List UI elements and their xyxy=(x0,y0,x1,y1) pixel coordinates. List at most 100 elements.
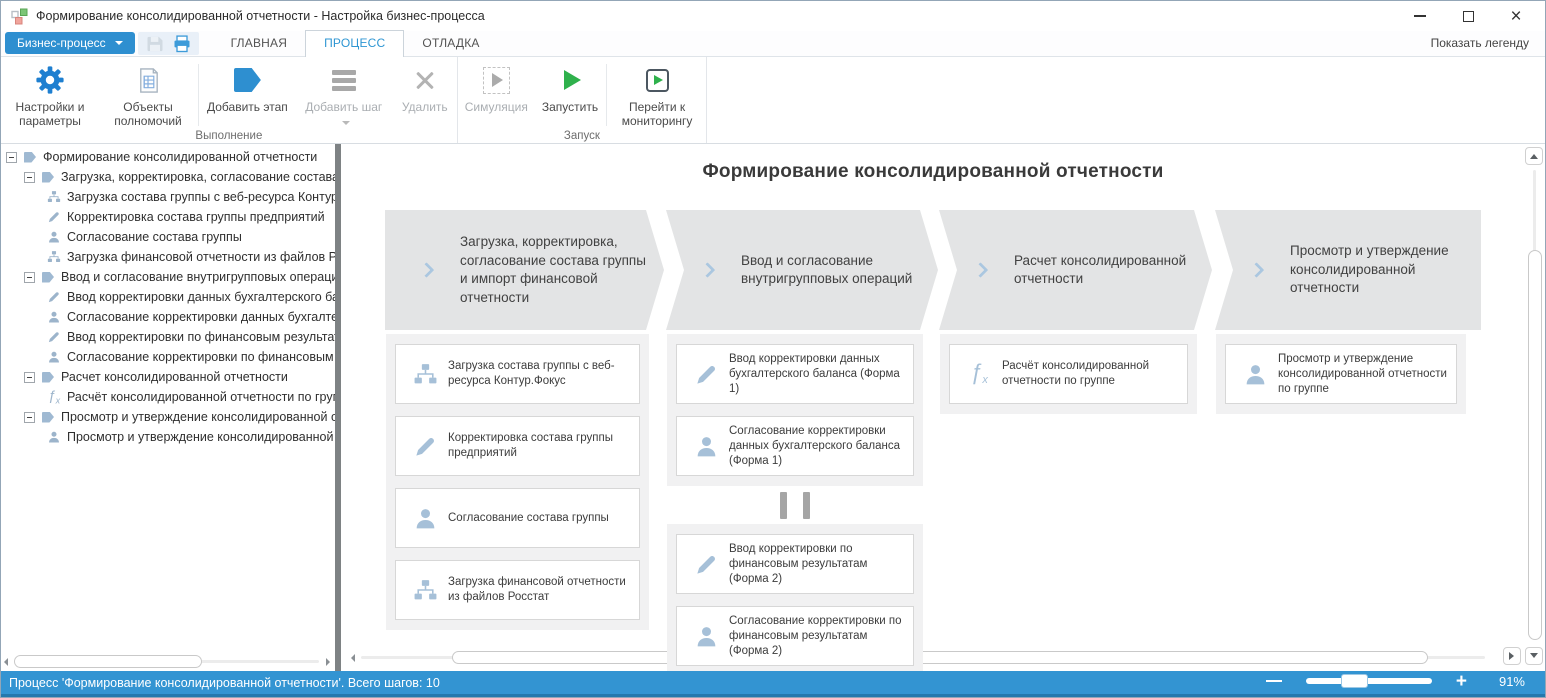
stage-arrow-icon xyxy=(40,169,56,185)
step-card[interactable]: Согласование состава группы xyxy=(395,488,640,548)
go-to-monitoring-button[interactable]: Перейти к мониторингу xyxy=(608,62,706,128)
status-bar: Процесс 'Формирование консолидированной … xyxy=(1,671,1545,697)
ribbon-group: Настройки и параметрыОбъекты полномочийД… xyxy=(1,57,458,143)
scroll-left-icon[interactable] xyxy=(4,658,8,666)
scrollbar-thumb[interactable] xyxy=(14,655,202,668)
tree-item[interactable]: Ввод корректировки данных бухгалтерского… xyxy=(1,287,335,307)
stage-column: ƒxРасчёт консолидированной отчетности по… xyxy=(940,334,1197,414)
tree-item[interactable]: Ввод и согласование внутригрупповых опер… xyxy=(1,267,335,287)
run-button[interactable]: Запустить xyxy=(535,62,605,128)
maximize-button[interactable] xyxy=(1457,6,1479,26)
collapse-expander-icon[interactable] xyxy=(24,172,35,183)
stage-chevron[interactable]: Просмотр и утверждение консолидированной… xyxy=(1215,210,1481,330)
step-card[interactable]: Корректировка состава группы предприятий xyxy=(395,416,640,476)
step-card-label: Корректировка состава группы предприятий xyxy=(448,431,631,461)
minimize-button[interactable] xyxy=(1409,6,1431,26)
step-card[interactable]: Загрузка финансовой отчетности из файлов… xyxy=(395,560,640,620)
ribbon-tabs: ГЛАВНАЯПРОЦЕССОТЛАДКА xyxy=(213,31,498,56)
stage-chevron[interactable]: Ввод и согласование внутригрупповых опер… xyxy=(666,210,938,330)
status-text: Процесс 'Формирование консолидированной … xyxy=(9,676,440,690)
titlebar: Формирование консолидированной отчетност… xyxy=(1,1,1545,31)
tree-item[interactable]: Просмотр и утверждение консолидированной… xyxy=(1,407,335,427)
process-tree: Формирование консолидированной отчетност… xyxy=(1,144,335,447)
tab-otladka[interactable]: ОТЛАДКА xyxy=(404,31,497,56)
go-to-monitoring-button-label: Перейти к мониторингу xyxy=(615,100,699,128)
tab-process[interactable]: ПРОЦЕСС xyxy=(305,30,404,57)
tree-item-label: Расчёт консолидированной отчетности по г… xyxy=(67,390,335,404)
delete-button[interactable]: Удалить xyxy=(393,62,457,128)
scroll-left-icon[interactable] xyxy=(351,654,355,662)
collapse-expander-icon[interactable] xyxy=(6,152,17,163)
vertical-scrollbar-thumb[interactable] xyxy=(1528,250,1542,640)
tree-item[interactable]: ƒxРасчёт консолидированной отчетности по… xyxy=(1,387,335,407)
permissions-document-icon xyxy=(135,62,162,98)
tree-item[interactable]: Загрузка финансовой отчетности из файлов… xyxy=(1,247,335,267)
simulation-button[interactable]: Симуляция xyxy=(458,62,535,128)
step-card[interactable]: Согласование корректировки по финансовым… xyxy=(676,606,914,666)
tree-item[interactable]: Корректировка состава группы предприятий xyxy=(1,207,335,227)
add-step-button[interactable]: Добавить шаг xyxy=(295,62,393,128)
scroll-up-button[interactable] xyxy=(1525,147,1543,165)
ribbon-group-label: Запуск xyxy=(458,128,706,145)
pencil-icon xyxy=(46,329,62,345)
tree-item[interactable]: Расчет консолидированной отчетности xyxy=(1,367,335,387)
zoom-slider[interactable] xyxy=(1306,678,1432,684)
zoom-level: 91% xyxy=(1491,674,1525,689)
zoom-out-button[interactable] xyxy=(1266,680,1282,683)
step-card[interactable]: Загрузка состава группы с веб-ресурса Ко… xyxy=(395,344,640,404)
org-chart-icon xyxy=(402,578,448,603)
zoom-control: + 91% xyxy=(1266,671,1525,691)
show-legend-button[interactable]: Показать легенду xyxy=(1431,36,1529,56)
ribbon-tab-row: Бизнес-процесс ГЛАВНАЯПРОЦЕССОТЛАДКА Пок… xyxy=(1,31,1545,57)
tree-item[interactable]: Согласование корректировки по финансовым… xyxy=(1,347,335,367)
save-icon[interactable] xyxy=(145,34,165,54)
tree-horizontal-scrollbar[interactable] xyxy=(1,653,335,670)
step-card[interactable]: Просмотр и утверждение консолидированной… xyxy=(1225,344,1457,404)
scroll-right-icon[interactable] xyxy=(326,658,330,666)
tree-item[interactable]: Просмотр и утверждение консолидированной… xyxy=(1,427,335,447)
collapse-expander-icon[interactable] xyxy=(24,372,35,383)
person-icon xyxy=(46,229,62,245)
zoom-in-button[interactable]: + xyxy=(1456,672,1467,691)
collapse-expander-icon[interactable] xyxy=(24,412,35,423)
tree-item-label: Загрузка состава группы с веб-ресурса Ко… xyxy=(67,190,335,204)
add-stage-button[interactable]: Добавить этап xyxy=(200,62,295,128)
permission-objects-button[interactable]: Объекты полномочий xyxy=(99,62,197,128)
pencil-icon xyxy=(683,362,729,387)
scroll-right-button[interactable] xyxy=(1503,647,1521,665)
org-chart-icon xyxy=(46,249,62,265)
step-card[interactable]: ƒxРасчёт консолидированной отчетности по… xyxy=(949,344,1188,404)
business-process-menu-label: Бизнес-процесс xyxy=(17,36,106,50)
tree-item-label: Ввод корректировки данных бухгалтерского… xyxy=(67,290,335,304)
tree-item[interactable]: Загрузка состава группы с веб-ресурса Ко… xyxy=(1,187,335,207)
settings-parameters-button[interactable]: Настройки и параметры xyxy=(1,62,99,128)
stage-chevron[interactable]: Загрузка, корректировка, согласование со… xyxy=(385,210,664,330)
step-card[interactable]: Ввод корректировки по финансовым результ… xyxy=(676,534,914,594)
main-area: Формирование консолидированной отчетност… xyxy=(1,144,1545,671)
person-icon xyxy=(402,506,448,531)
tree-item[interactable]: Согласование корректировки данных бухгал… xyxy=(1,307,335,327)
zoom-slider-thumb[interactable] xyxy=(1341,674,1368,688)
collapse-expander-icon[interactable] xyxy=(24,272,35,283)
print-icon[interactable] xyxy=(172,34,192,54)
tree-item-label: Просмотр и утверждение консолидированной… xyxy=(67,430,335,444)
tree-item-label: Согласование корректировки данных бухгал… xyxy=(67,310,335,324)
tab-glavnaya[interactable]: ГЛАВНАЯ xyxy=(213,31,305,56)
chevron-down-icon xyxy=(115,41,123,45)
tree-item[interactable]: Согласование состава группы xyxy=(1,227,335,247)
tree-item[interactable]: Ввод корректировки по финансовым результ… xyxy=(1,327,335,347)
org-chart-icon xyxy=(402,362,448,387)
close-button[interactable]: × xyxy=(1505,6,1527,26)
canvas-horizontal-scrollbar[interactable] xyxy=(345,649,1501,666)
scroll-down-button[interactable] xyxy=(1525,647,1543,665)
tree-item[interactable]: Загрузка, корректировка, согласование со… xyxy=(1,167,335,187)
scrollbar-thumb[interactable] xyxy=(452,651,1428,664)
tree-item[interactable]: Формирование консолидированной отчетност… xyxy=(1,147,335,167)
stage-arrow-icon xyxy=(40,369,56,385)
business-process-menu-button[interactable]: Бизнес-процесс xyxy=(5,32,135,54)
add-step-icon xyxy=(332,62,356,98)
step-card[interactable]: Ввод корректировки данных бухгалтерского… xyxy=(676,344,914,404)
stage-chevron[interactable]: Расчет консолидированной отчетности xyxy=(939,210,1212,330)
group-separator xyxy=(198,64,199,126)
step-card[interactable]: Согласование корректировки данных бухгал… xyxy=(676,416,914,476)
